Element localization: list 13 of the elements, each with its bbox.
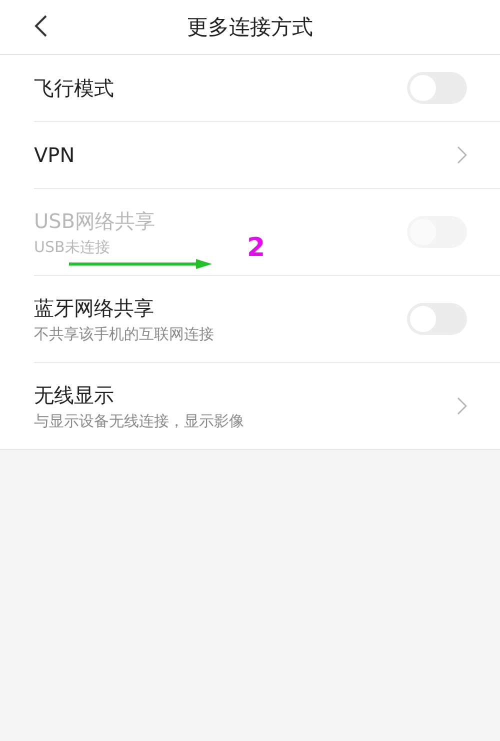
page-title: 更多连接方式 [187, 14, 313, 41]
setting-title: 蓝牙网络共享 [34, 294, 154, 322]
back-icon[interactable] [34, 14, 48, 38]
setting-title: 飞行模式 [34, 74, 114, 102]
setting-subtitle: 与显示设备无线连接，显示影像 [34, 412, 244, 430]
setting-title: VPN [34, 143, 75, 167]
chevron-right-icon[interactable] [457, 146, 467, 164]
setting-title: USB网络共享 [34, 208, 156, 234]
setting-subtitle: 不共享该手机的互联网连接 [34, 324, 214, 344]
setting-subtitle: USB未连接 [34, 238, 110, 256]
chevron-right-icon[interactable] [457, 397, 467, 415]
annotation-number: 2 [247, 233, 266, 263]
setting-title: 无线显示 [34, 382, 114, 408]
